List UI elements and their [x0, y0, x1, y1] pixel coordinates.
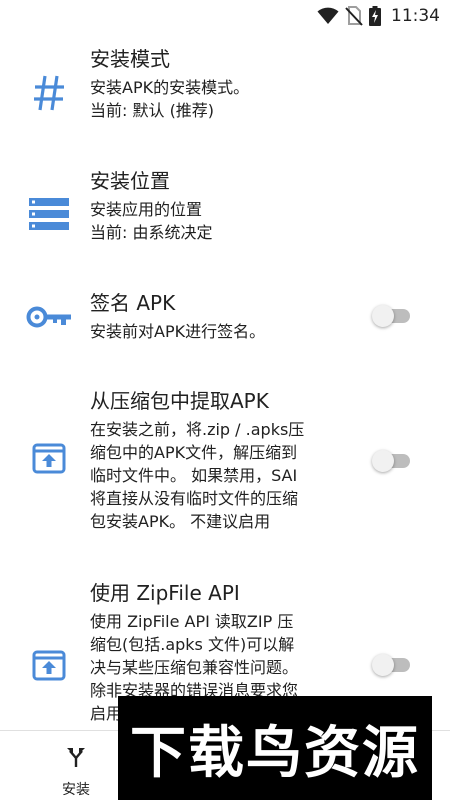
status-bar: 11:34 — [0, 0, 450, 32]
setting-title: 安装模式 — [90, 47, 170, 71]
sign-apk-toggle[interactable] — [372, 303, 414, 329]
setting-install-mode[interactable]: 安装模式 安装APK的安装模式。 当前: 默认 (推荐) — [0, 42, 450, 152]
setting-install-location[interactable]: 安装位置 安装应用的位置 当前: 由系统决定 — [0, 164, 450, 274]
storage-list-icon — [26, 191, 72, 237]
setting-description: 安装应用的位置 当前: 由系统决定 — [90, 200, 213, 242]
status-icons: 11:34 — [317, 4, 440, 28]
setting-sign-apk[interactable]: 签名 APK 安装前对APK进行签名。 — [0, 286, 450, 376]
settings-list[interactable]: 安装模式 安装APK的安装模式。 当前: 默认 (推荐) 安装位置 安装应用的位… — [0, 32, 450, 732]
setting-title: 签名 APK — [90, 291, 176, 315]
toggle-thumb — [372, 654, 394, 676]
toggle-thumb — [372, 305, 394, 327]
merge-arrow-icon — [67, 748, 85, 767]
no-sim-icon — [345, 6, 363, 26]
unarchive-icon — [26, 641, 72, 687]
setting-extract-apk[interactable]: 从压缩包中提取APK 在安装之前，将.zip / .apks压 缩包中的APK文… — [0, 386, 450, 546]
key-icon — [26, 294, 72, 340]
nav-label-install: 安装 — [62, 782, 90, 798]
zipfile-api-toggle[interactable] — [372, 652, 414, 678]
watermark: 下载鸟资源 — [118, 696, 432, 800]
unarchive-icon — [26, 434, 72, 480]
setting-description: 安装前对APK进行签名。 — [90, 322, 266, 341]
nav-item-install[interactable]: 安装 — [36, 739, 116, 799]
setting-title: 安装位置 — [90, 169, 170, 193]
wifi-icon — [317, 7, 339, 24]
extract-apk-toggle[interactable] — [372, 448, 414, 474]
watermark-text: 下载鸟资源 — [130, 720, 420, 786]
hash-icon — [26, 70, 72, 116]
status-time: 11:34 — [391, 6, 440, 26]
toggle-thumb — [372, 450, 394, 472]
battery-charging-icon — [369, 6, 381, 26]
setting-title: 从压缩包中提取APK — [90, 389, 269, 413]
setting-title: 使用 ZipFile API — [90, 581, 240, 605]
setting-description: 在安装之前，将.zip / .apks压 缩包中的APK文件，解压缩到 临时文件… — [90, 420, 305, 531]
setting-description: 安装APK的安装模式。 当前: 默认 (推荐) — [90, 78, 250, 120]
